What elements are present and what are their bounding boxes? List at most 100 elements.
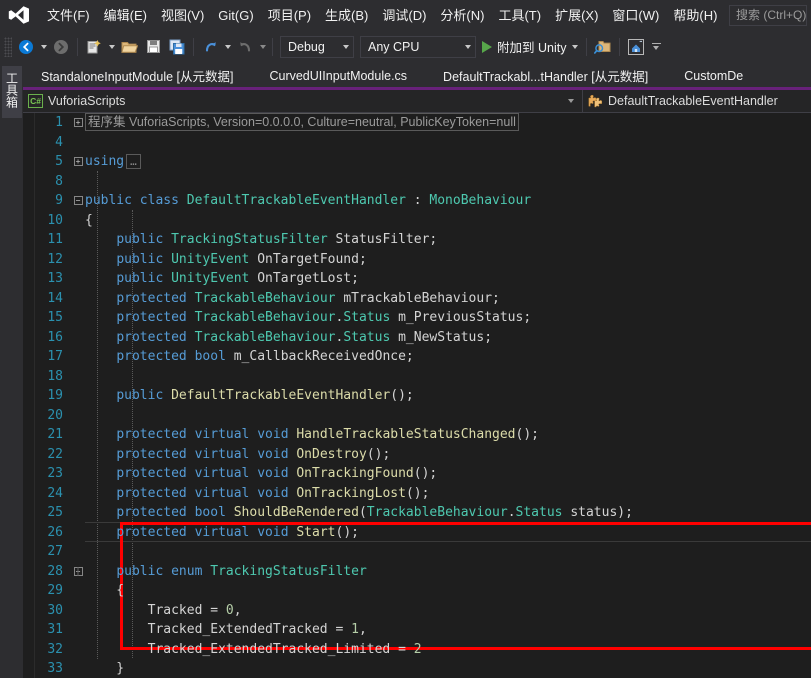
tab-standaloneinputmodule[interactable]: StandaloneInputModule [从元数据]: [23, 64, 252, 87]
line-number: 17: [47, 349, 63, 364]
menu-git[interactable]: Git(G): [211, 4, 260, 27]
line-number: 33: [47, 661, 63, 676]
code-line: 18: [35, 367, 811, 387]
line-number: 23: [47, 466, 63, 481]
line-number: 4: [55, 134, 63, 150]
line-number: 14: [47, 290, 63, 306]
code-line: 13 public UnityEvent OnTargetLost;: [35, 269, 811, 289]
fold-glyph[interactable]: −: [71, 196, 85, 206]
line-number: 20: [47, 407, 63, 423]
chevron-down-icon: [333, 44, 349, 49]
line-number: 12: [47, 251, 63, 267]
open-file-button[interactable]: [117, 35, 141, 59]
code-line: 11 public TrackingStatusFilter StatusFil…: [35, 230, 811, 250]
menu-analyze[interactable]: 分析(N): [433, 4, 491, 27]
type-dropdown[interactable]: DefaultTrackableEventHandler: [583, 90, 811, 112]
code-line: 15 protected TrackableBehaviour.Status m…: [35, 308, 811, 328]
code-line: 22 protected virtual void OnDestroy();: [35, 445, 811, 465]
code-editor[interactable]: 1 + 程序集 VuforiaScripts, Version=0.0.0.0,…: [35, 113, 811, 678]
csharp-file-icon: C#: [28, 94, 43, 108]
code-line: 1 + 程序集 VuforiaScripts, Version=0.0.0.0,…: [35, 113, 811, 133]
toolbar-overflow-icon[interactable]: [648, 35, 664, 59]
toolbar-separator: [77, 37, 78, 56]
line-number: 8: [55, 173, 63, 189]
line-number: 24: [47, 485, 63, 501]
code-line: 24 protected virtual void OnTrackingLost…: [35, 484, 811, 504]
line-number: 27: [47, 544, 63, 559]
solution-configuration-label: Debug: [288, 39, 325, 54]
menu-view[interactable]: 视图(V): [154, 4, 211, 27]
code-line: 29 {: [35, 581, 811, 601]
navigate-back-dropdown[interactable]: [38, 35, 49, 59]
toolbar-separator: [272, 37, 273, 56]
assembly-metadata-text: 程序集 VuforiaScripts, Version=0.0.0.0, Cul…: [85, 113, 519, 131]
solution-platform-label: Any CPU: [368, 39, 420, 54]
line-number: 29: [47, 583, 63, 598]
new-project-button[interactable]: [82, 35, 106, 59]
global-search[interactable]: [729, 4, 807, 26]
save-button[interactable]: [141, 35, 165, 59]
project-name: VuforiaScripts: [48, 94, 126, 108]
code-line: 26 protected virtual void Start();: [35, 523, 811, 543]
attach-to-unity-label: 附加到 Unity: [497, 41, 567, 55]
toolbar-separator: [586, 37, 588, 56]
toolbar-grip[interactable]: [4, 36, 12, 57]
menu-edit[interactable]: 编辑(E): [97, 4, 154, 27]
find-in-files-button[interactable]: [591, 35, 615, 59]
redo-button[interactable]: [233, 35, 257, 59]
navigation-bar: C# VuforiaScripts DefaultTrackableEventH…: [23, 90, 811, 113]
toolbox-tab[interactable]: 工具箱: [1, 66, 22, 118]
attach-to-unity-button[interactable]: 附加到 Unity: [479, 35, 582, 59]
menu-help[interactable]: 帮助(H): [666, 4, 724, 27]
solution-configuration-dropdown[interactable]: Debug: [280, 35, 354, 58]
tab-defaulttrackableeventhandler[interactable]: DefaultTrackabl...tHandler [从元数据]: [425, 64, 667, 87]
menu-project[interactable]: 项目(P): [261, 4, 318, 27]
menu-tools[interactable]: 工具(T): [491, 4, 548, 27]
code-line: 31 Tracked_ExtendedTracked = 1,: [35, 620, 811, 640]
undo-button[interactable]: [198, 35, 222, 59]
code-line: 10 {: [35, 211, 811, 231]
menu-build[interactable]: 生成(B): [318, 4, 375, 27]
line-number: 10: [47, 212, 63, 228]
navigate-back-button[interactable]: [14, 35, 38, 59]
solution-platform-dropdown[interactable]: Any CPU: [360, 35, 476, 58]
line-number: 13: [47, 271, 63, 286]
code-line: 19 public DefaultTrackableEventHandler()…: [35, 386, 811, 406]
navigate-forward-button[interactable]: [49, 35, 73, 59]
fold-glyph[interactable]: +: [71, 157, 85, 167]
collapsed-usings[interactable]: …: [126, 154, 141, 169]
menu-bar: 文件(F) 编辑(E) 视图(V) Git(G) 项目(P) 生成(B) 调试(…: [0, 0, 811, 30]
menu-window[interactable]: 窗口(W): [605, 4, 666, 27]
project-dropdown[interactable]: C# VuforiaScripts: [23, 90, 583, 112]
fold-glyph[interactable]: −: [71, 566, 85, 576]
search-input[interactable]: [736, 8, 806, 22]
menu-file[interactable]: 文件(F): [40, 4, 97, 27]
line-number: 31: [47, 622, 63, 637]
fold-glyph[interactable]: +: [71, 118, 85, 128]
line-number: 11: [47, 232, 63, 247]
line-number: 9: [55, 193, 63, 208]
menu-extensions[interactable]: 扩展(X): [548, 4, 605, 27]
tab-customde[interactable]: CustomDe: [666, 64, 762, 87]
code-line: 17 protected bool m_CallbackReceivedOnce…: [35, 347, 811, 367]
live-share-button[interactable]: [624, 35, 648, 59]
code-line: 25 protected bool ShouldBeRendered(Track…: [35, 503, 811, 523]
document-tab-strip: StandaloneInputModule [从元数据] CurvedUIInp…: [23, 64, 811, 90]
line-number: 16: [47, 329, 63, 345]
code-line: 9 − public class DefaultTrackableEventHa…: [35, 191, 811, 211]
code-line: 8: [35, 172, 811, 192]
code-line: 4: [35, 133, 811, 153]
code-line: 30 Tracked = 0,: [35, 601, 811, 621]
chevron-down-icon: [455, 44, 471, 49]
tab-curveduiinputmodule[interactable]: CurvedUIInputModule.cs: [251, 64, 426, 87]
new-project-dropdown[interactable]: [106, 35, 117, 59]
undo-dropdown[interactable]: [222, 35, 233, 59]
chevron-down-icon[interactable]: [572, 44, 579, 49]
redo-dropdown[interactable]: [257, 35, 268, 59]
line-number: 30: [47, 602, 63, 618]
chevron-down-icon: [562, 99, 580, 103]
toolbar-separator: [619, 37, 621, 56]
menu-debug[interactable]: 调试(D): [375, 4, 433, 27]
code-line: 5 + using…: [35, 152, 811, 172]
save-all-button[interactable]: [165, 35, 189, 59]
